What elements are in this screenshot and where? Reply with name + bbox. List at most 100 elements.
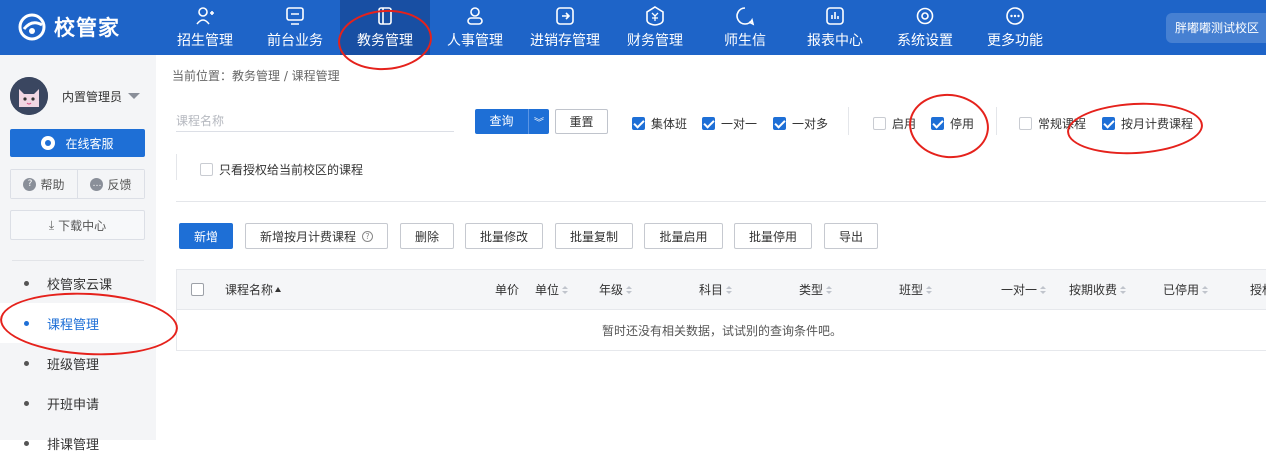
bullet-icon: [24, 440, 29, 446]
checkbox-empty-icon: [1019, 117, 1032, 130]
column-header-class-type[interactable]: 班型: [899, 270, 933, 310]
annotation-circle: [905, 89, 993, 163]
checkbox-checked-icon: [773, 117, 786, 130]
bullet-icon: [24, 360, 29, 366]
sort-ascending-icon: [275, 287, 282, 292]
filter-divider: [996, 107, 997, 135]
bullet-icon: [24, 280, 29, 286]
column-header-type[interactable]: 类型: [799, 270, 833, 310]
checkbox-one-to-one[interactable]: 一对一: [702, 115, 757, 132]
sort-icon: [726, 286, 733, 295]
money-icon: [646, 5, 664, 26]
customer-service-icon: [41, 136, 56, 150]
monitor-icon: [286, 6, 304, 25]
sort-icon: [626, 286, 633, 295]
sort-icon: [1040, 286, 1047, 295]
question-icon: ?: [23, 177, 37, 191]
add-button[interactable]: 新增: [179, 223, 233, 249]
query-button[interactable]: 查询 ︾: [475, 109, 549, 134]
online-service-button[interactable]: 在线客服: [10, 129, 145, 157]
user-menu[interactable]: 内置管理员: [10, 77, 141, 115]
logo-icon: [18, 13, 46, 41]
sort-icon: [562, 286, 569, 295]
avatar: [10, 77, 48, 115]
batch-copy-button[interactable]: 批量复制: [555, 223, 633, 249]
column-header-course-name[interactable]: 课程名称: [225, 270, 282, 310]
app-logo[interactable]: 校管家: [18, 13, 120, 41]
batch-edit-button[interactable]: 批量修改: [465, 223, 543, 249]
main-nav: 招生管理 前台业务 教务管理 人事管理 进销存管理 财务管理 师生信 报表中心: [160, 0, 1060, 55]
double-chevron-down-icon[interactable]: ︾: [529, 114, 549, 129]
sort-icon: [826, 286, 833, 295]
bullet-icon: [24, 400, 29, 406]
nav-item-hr[interactable]: 人事管理: [430, 0, 520, 55]
sort-icon: [1120, 286, 1127, 295]
batch-disable-button[interactable]: 批量停用: [734, 223, 812, 249]
feedback-button[interactable]: … 反馈: [78, 170, 144, 198]
nav-item-messaging[interactable]: 师生信: [700, 0, 790, 55]
course-name-search-input[interactable]: [176, 110, 454, 132]
exchange-icon: [556, 6, 574, 25]
sidebar-divider: [12, 260, 144, 261]
column-header-grade[interactable]: 年级: [599, 270, 633, 310]
checkbox-one-to-many[interactable]: 一对多: [773, 115, 828, 132]
comment-icon: …: [90, 177, 104, 191]
person-icon: [467, 6, 483, 25]
delete-button[interactable]: 删除: [400, 223, 454, 249]
select-all-checkbox[interactable]: [191, 283, 204, 296]
chat-icon: [736, 6, 755, 25]
help-feedback-row: ? 帮助 … 反馈: [10, 169, 145, 199]
bar-chart-icon: [826, 6, 844, 25]
filter-divider: [848, 107, 849, 135]
chevron-down-icon[interactable]: [128, 93, 141, 99]
annotation-circle: [1065, 99, 1205, 158]
cat-avatar-icon: [10, 77, 48, 115]
checkbox-authorized-only[interactable]: 只看授权给当前校区的课程: [200, 161, 363, 178]
column-header-one-to-one[interactable]: 一对一: [1001, 270, 1047, 310]
export-button[interactable]: 导出: [824, 223, 878, 249]
checkbox-checked-icon: [702, 117, 715, 130]
column-header-subject[interactable]: 科目: [699, 270, 733, 310]
sidebar-item-scheduling[interactable]: 排课管理: [0, 423, 156, 463]
more-icon: [1006, 6, 1024, 25]
nav-item-settings[interactable]: 系统设置: [880, 0, 970, 55]
add-monthly-course-button[interactable]: 新增按月计费课程?: [245, 223, 388, 249]
checkbox-group-class[interactable]: 集体班: [632, 115, 687, 132]
person-add-icon: [196, 6, 214, 25]
checkbox-checked-icon: [632, 117, 645, 130]
nav-item-front-desk[interactable]: 前台业务: [250, 0, 340, 55]
filter-divider: [176, 154, 177, 180]
help-button[interactable]: ? 帮助: [11, 170, 78, 198]
checkbox-empty-icon: [873, 117, 886, 130]
breadcrumb: 当前位置：教务管理 / 课程管理: [172, 69, 340, 83]
top-navigation-bar: 校管家 招生管理 前台业务 教务管理 人事管理 进销存管理 财务管理 师生信 报…: [0, 0, 1266, 55]
section-divider: [176, 201, 1266, 202]
table-header: 课程名称 单价 单位 年级 科目 类型 班型 一对一 按期收费 已停用 授权: [177, 270, 1266, 310]
nav-item-finance[interactable]: 财务管理: [610, 0, 700, 55]
nav-item-recruitment[interactable]: 招生管理: [160, 0, 250, 55]
sort-icon: [1202, 286, 1209, 295]
sort-icon: [926, 286, 933, 295]
download-center-button[interactable]: ⤓ 下载中心: [10, 210, 145, 240]
empty-state-message: 暂时还没有相关数据，试试别的查询条件吧。: [601, 324, 842, 338]
sidebar-item-class-application[interactable]: 开班申请: [0, 383, 156, 423]
reset-button[interactable]: 重置: [555, 109, 608, 134]
download-icon: ⤓: [48, 217, 55, 232]
logo-text: 校管家: [54, 16, 120, 40]
nav-item-more[interactable]: 更多功能: [970, 0, 1060, 55]
gear-icon: [916, 7, 934, 24]
sidebar: 内置管理员 在线客服 ? 帮助 … 反馈 ⤓ 下载中心 校管家云课 课程管理 班…: [0, 55, 156, 453]
campus-selector[interactable]: 胖嘟嘟测试校区: [1166, 13, 1266, 43]
nav-item-reports[interactable]: 报表中心: [790, 0, 880, 55]
user-name: 内置管理员: [62, 89, 123, 104]
column-header-authorization[interactable]: 授权: [1250, 270, 1266, 310]
column-header-unit[interactable]: 单位: [535, 270, 569, 310]
column-header-term-billing[interactable]: 按期收费: [1069, 270, 1127, 310]
nav-item-inventory[interactable]: 进销存管理: [520, 0, 610, 55]
help-circle-icon[interactable]: ?: [362, 230, 373, 242]
column-header-disabled[interactable]: 已停用: [1163, 270, 1209, 310]
batch-enable-button[interactable]: 批量启用: [644, 223, 723, 249]
column-header-price: 单价: [495, 283, 520, 297]
course-table: 课程名称 单价 单位 年级 科目 类型 班型 一对一 按期收费 已停用 授权 暂…: [176, 269, 1266, 351]
checkbox-empty-icon: [200, 163, 213, 176]
